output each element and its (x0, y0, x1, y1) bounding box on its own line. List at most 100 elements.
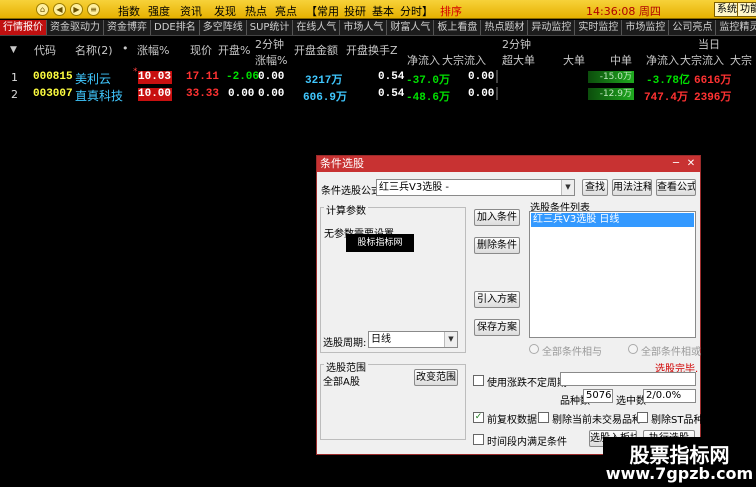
star-marker: * (133, 67, 138, 77)
header-block-in[interactable]: 大宗流入 (442, 52, 486, 68)
import-plan-button[interactable]: 引入方案 (474, 291, 520, 308)
exclude-st-label: 剔除ST品种 (651, 415, 704, 426)
header-2min-bottom[interactable]: 涨幅% (255, 52, 287, 68)
open-amount: 3217万 (305, 75, 343, 87)
row-index: 2 (11, 88, 18, 101)
stock-code[interactable]: 003007 (33, 88, 73, 100)
stock-name[interactable]: 直真科技 (75, 87, 123, 104)
total-value: 5076 (583, 389, 613, 403)
tab-6[interactable]: 在线人气 (293, 20, 341, 35)
exclude-untraded-label: 剔除当前未交易品种 (552, 415, 642, 426)
condition-stock-picker-dialog: 条件选股 ─ ✕ 条件选股公式 红三兵V3选股 - ▼ 查找 用法注释 查看公式… (316, 155, 704, 455)
range-title: 选股范围 (324, 359, 368, 374)
change-2min: 0.00 (258, 88, 285, 100)
header-name[interactable]: 名称(2) (75, 42, 113, 58)
selected-label: 选中数 (616, 396, 646, 407)
tab-13[interactable]: 市场监控 (622, 20, 670, 35)
tab-9[interactable]: 板上看盘 (434, 20, 482, 35)
tab-bar: 行情报价 资金驱动力 资金博弈 DDE排名 多空阵线 SUP统计 在线人气 市场人气 财富人气板… (0, 20, 756, 36)
condition-list-item[interactable]: 红三兵V3选股 日线 (531, 213, 694, 227)
open-amount: 606.9万 (303, 92, 348, 104)
header-super-big[interactable]: 超大单 (502, 52, 535, 68)
search-button[interactable]: 查找 (582, 179, 608, 196)
price: 17.11 (186, 71, 220, 83)
period-input[interactable] (560, 372, 696, 386)
header-open-pct[interactable]: 开盘% (218, 42, 250, 58)
tab-10[interactable]: 热点题材 (481, 20, 529, 35)
forward-icon[interactable]: ▶ (70, 3, 83, 16)
exclude-st-checkbox[interactable] (637, 412, 648, 423)
tab-11[interactable]: 异动监控 (528, 20, 576, 35)
usage-button[interactable]: 用法注释 (612, 179, 652, 196)
tab-7[interactable]: 市场人气 (340, 20, 388, 35)
tab-5[interactable]: SUP统计 (247, 20, 294, 35)
tab-12[interactable]: 实时监控 (575, 20, 623, 35)
net-in: -48.6万 (406, 92, 451, 104)
tab-14[interactable]: 公司亮点 (669, 20, 717, 35)
header-2min-top[interactable]: 2分钟 (255, 36, 284, 52)
menu-timeshare[interactable]: 分时】 (400, 3, 433, 19)
tab-4[interactable]: 多空阵线 (200, 20, 247, 35)
net-in: -37.0万 (406, 75, 451, 87)
dropdown-arrow-icon[interactable]: ▼ (561, 180, 574, 195)
header-net-in[interactable]: 净流入 (407, 52, 440, 68)
menu-news[interactable]: 资讯 (180, 3, 202, 19)
sort-arrow-icon[interactable]: ▼ (10, 45, 17, 55)
header-day-net-in[interactable]: 净流入 (646, 52, 679, 68)
fuquan-checkbox[interactable]: ✓ (473, 412, 484, 423)
header-group-2min: 2分钟 (502, 38, 531, 51)
delete-condition-button[interactable]: 删除条件 (474, 237, 520, 254)
save-plan-button[interactable]: 保存方案 (474, 319, 520, 336)
open-pct: 0.00 (228, 88, 255, 100)
tab-15[interactable]: 监控精灵 (716, 20, 756, 35)
back-icon[interactable]: ◀ (53, 3, 66, 16)
dialog-title-bar: 条件选股 ─ ✕ (317, 156, 700, 172)
exclude-untraded-checkbox[interactable] (538, 412, 549, 423)
day-net-in: 747.4万 (644, 92, 689, 104)
tab-0[interactable]: 行情报价 (0, 20, 47, 35)
header-open-turnover[interactable]: 开盘换手Z (346, 42, 398, 58)
header-big[interactable]: 大单 (563, 52, 585, 68)
function-button[interactable]: 功能 (737, 2, 756, 17)
stock-name[interactable]: 美利云 (75, 70, 111, 87)
use-period-checkbox[interactable] (473, 375, 484, 386)
change-2min: 0.00 (258, 71, 285, 83)
close-icon[interactable]: ✕ (684, 157, 698, 171)
view-formula-button[interactable]: 查看公式 (656, 179, 696, 196)
menu-common[interactable]: 【常用 (306, 3, 339, 19)
mid-order-bar: -15.0万 (588, 71, 634, 83)
period-value: 日线 (371, 334, 391, 345)
tab-3[interactable]: DDE排名 (151, 20, 200, 35)
minimize-icon[interactable]: ─ (669, 157, 683, 171)
header-mid[interactable]: 中单 (610, 52, 632, 68)
price: 33.33 (186, 88, 220, 100)
menu-index[interactable]: 指数 (118, 3, 140, 19)
menu-research[interactable]: 投研 (344, 3, 366, 19)
menu-basic[interactable]: 基本 (372, 3, 394, 19)
period-select[interactable]: 日线 ▼ (368, 331, 458, 348)
home-icon[interactable]: ⌂ (36, 3, 49, 16)
add-condition-button[interactable]: 加入条件 (474, 209, 520, 226)
menu-icon[interactable]: ≡ (87, 3, 100, 16)
header-day-block-in[interactable]: 大宗流入 (680, 52, 724, 68)
menu-strength[interactable]: 强度 (148, 3, 170, 19)
time-range-checkbox[interactable] (473, 434, 484, 445)
radio-or[interactable] (628, 344, 638, 354)
tab-8[interactable]: 财富人气 (387, 20, 435, 35)
header-day-block-short[interactable]: 大宗 (730, 52, 752, 68)
tab-1[interactable]: 资金驱动力 (47, 20, 104, 35)
menu-hotspot[interactable]: 热点 (245, 3, 267, 19)
header-price[interactable]: 现价 (190, 42, 212, 58)
radio-and[interactable] (529, 344, 539, 354)
condition-list[interactable]: 红三兵V3选股 日线 (529, 211, 696, 338)
dropdown-arrow-icon[interactable]: ▼ (444, 332, 457, 347)
menu-highlights[interactable]: 亮点 (275, 3, 297, 19)
stock-code[interactable]: 000815 (33, 71, 73, 83)
header-change[interactable]: 涨幅% (137, 42, 169, 58)
change-range-button[interactable]: 改变范围 (414, 369, 458, 386)
header-code[interactable]: 代码 (34, 42, 56, 58)
menu-discover[interactable]: 发现 (214, 3, 236, 19)
header-open-amount[interactable]: 开盘金额 (294, 42, 338, 58)
tab-2[interactable]: 资金博弈 (104, 20, 151, 35)
formula-select[interactable]: 红三兵V3选股 - ▼ (376, 179, 575, 196)
